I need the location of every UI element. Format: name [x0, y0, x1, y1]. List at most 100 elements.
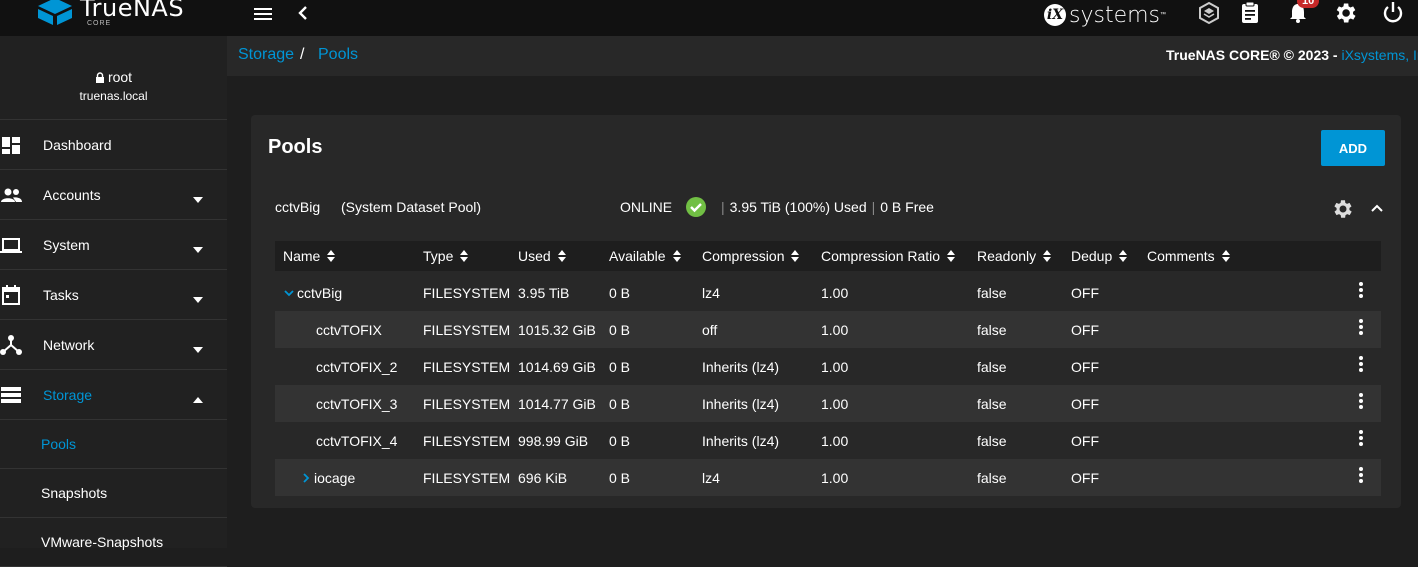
clipboard-icon[interactable] [1237, 0, 1263, 26]
sidebar-item-dashboard[interactable]: Dashboard [0, 120, 227, 170]
table-row[interactable]: cctvTOFIX_4 FILESYSTEM 998.99 GiB 0 B In… [275, 422, 1381, 459]
sidebar-subitem-vmware-snapshots[interactable]: VMware-Snapshots [0, 518, 227, 567]
sidebar-subitem-snapshots[interactable]: Snapshots [0, 469, 227, 518]
sort-icon [791, 250, 800, 262]
sidebar-item-accounts[interactable]: Accounts [0, 170, 227, 220]
more-vert-icon[interactable] [1353, 354, 1369, 374]
dataset-dedup: OFF [1071, 433, 1099, 449]
sidebar-item-label: System [43, 236, 90, 253]
pool-settings-gear-icon[interactable] [1330, 197, 1354, 221]
dataset-readonly: false [977, 359, 1007, 375]
dataset-name: iocage [300, 470, 355, 486]
more-vert-icon[interactable] [1353, 465, 1369, 485]
sidebar-item-system[interactable]: System [0, 220, 227, 270]
dataset-compression: lz4 [702, 285, 720, 301]
table-row[interactable]: cctvTOFIX FILESYSTEM 1015.32 GiB 0 B off… [275, 311, 1381, 348]
column-header-compression[interactable]: Compression [702, 248, 800, 264]
column-header-name[interactable]: Name [283, 248, 336, 264]
dataset-readonly: false [977, 285, 1007, 301]
pools-card: Pools ADD cctvBig (System Dataset Pool) … [251, 115, 1401, 508]
sidebar-item-label: Dashboard [43, 136, 112, 153]
dataset-readonly: false [977, 433, 1007, 449]
ix-mark-icon: iX [1044, 4, 1066, 26]
sidebar-subitem-label: Pools [41, 436, 77, 452]
sort-icon [327, 250, 336, 262]
dataset-available: 0 B [609, 322, 631, 338]
breadcrumb-storage-link[interactable]: Storage [238, 46, 294, 64]
dataset-dedup: OFF [1071, 396, 1099, 412]
breadcrumb-pools-link[interactable]: Pools [318, 46, 358, 64]
sort-icon [947, 250, 956, 262]
table-row[interactable]: cctvTOFIX_3 FILESYSTEM 1014.77 GiB 0 B I… [275, 385, 1381, 422]
sidebar-item-label: Accounts [43, 186, 101, 203]
caret-down-icon [192, 291, 204, 303]
sidebar-item-network[interactable]: Network [0, 320, 227, 370]
sort-icon [672, 250, 681, 262]
add-pool-button[interactable]: ADD [1321, 130, 1385, 166]
sort-icon [1221, 250, 1230, 262]
dataset-ratio: 1.00 [821, 285, 849, 301]
menu-toggle-icon[interactable] [252, 4, 274, 24]
dataset-dedup: OFF [1071, 322, 1099, 338]
column-header-comments[interactable]: Comments [1147, 248, 1231, 264]
column-header-dedup[interactable]: Dedup [1071, 248, 1128, 264]
gear-icon[interactable] [1332, 0, 1358, 26]
pool-usage: | 3.95 TiB (100%) Used | 0 B Free [721, 199, 934, 215]
pool-status: ONLINE [620, 199, 673, 215]
sort-icon [460, 250, 469, 262]
top-bar: TrueNAS CORE iX systems ™ 10 [0, 0, 1418, 36]
table-row[interactable]: cctvBig FILESYSTEM 3.95 TiB 0 B lz4 1.00… [275, 274, 1381, 311]
power-icon[interactable] [1380, 0, 1406, 26]
sidebar-subitem-pools[interactable]: Pools [0, 420, 227, 469]
more-vert-icon[interactable] [1353, 391, 1369, 411]
truenas-logo[interactable]: TrueNAS [36, 0, 184, 36]
dataset-name: cctvBig [283, 285, 342, 301]
user-name: root [0, 69, 227, 85]
chevron-left-icon[interactable] [294, 3, 314, 23]
table-row[interactable]: iocage FILESYSTEM 696 KiB 0 B lz4 1.00 f… [275, 459, 1381, 496]
dataset-used: 1014.69 GiB [518, 359, 596, 375]
ixsystems-link[interactable]: iXsystems, Inc [1341, 47, 1418, 63]
dataset-type: FILESYSTEM [423, 433, 511, 449]
dataset-available: 0 B [609, 433, 631, 449]
caret-down-icon [192, 191, 204, 203]
calendar-icon [0, 284, 22, 306]
more-vert-icon[interactable] [1353, 428, 1369, 448]
notification-badge: 10 [1297, 0, 1320, 8]
column-header-readonly[interactable]: Readonly [977, 248, 1052, 264]
sidebar-item-label: Storage [43, 386, 93, 403]
chevron-right-icon[interactable] [300, 472, 312, 484]
dataset-ratio: 1.00 [821, 470, 849, 486]
caret-down-icon [192, 241, 204, 253]
sort-icon [1119, 250, 1128, 262]
brand-name: TrueNAS [80, 0, 185, 22]
dataset-used: 3.95 TiB [518, 285, 570, 301]
table-row[interactable]: cctvTOFIX_2 FILESYSTEM 1014.69 GiB 0 B I… [275, 348, 1381, 385]
dataset-ratio: 1.00 [821, 396, 849, 412]
column-header-type[interactable]: Type [423, 248, 469, 264]
dataset-type: FILESYSTEM [423, 285, 511, 301]
dataset-name: cctvTOFIX_2 [316, 359, 398, 375]
chevron-down-icon[interactable] [283, 287, 295, 299]
caret-down-icon [192, 341, 204, 353]
column-header-available[interactable]: Available [609, 248, 682, 264]
dataset-available: 0 B [609, 470, 631, 486]
sidebar-item-tasks[interactable]: Tasks [0, 270, 227, 320]
more-vert-icon[interactable] [1353, 317, 1369, 337]
ixsystems-logo[interactable]: iX systems ™ [1044, 2, 1166, 28]
chevron-up-icon[interactable] [1368, 199, 1386, 217]
truecommand-icon[interactable] [1196, 0, 1222, 26]
laptop-icon [0, 234, 22, 256]
dataset-used: 998.99 GiB [518, 433, 589, 449]
column-header-used[interactable]: Used [518, 248, 567, 264]
sidebar-item-storage[interactable]: Storage [0, 370, 227, 420]
sidebar: root truenas.local Dashboard Accounts Sy… [0, 36, 227, 567]
more-vert-icon[interactable] [1353, 280, 1369, 300]
copyright: TrueNAS CORE® © 2023 - iXsystems, Inc [1166, 47, 1418, 63]
dataset-ratio: 1.00 [821, 322, 849, 338]
sort-icon [1043, 250, 1052, 262]
sort-icon [557, 250, 566, 262]
brand-edition: CORE [87, 20, 112, 27]
dataset-ratio: 1.00 [821, 433, 849, 449]
column-header-compression-ratio[interactable]: Compression Ratio [821, 248, 956, 264]
